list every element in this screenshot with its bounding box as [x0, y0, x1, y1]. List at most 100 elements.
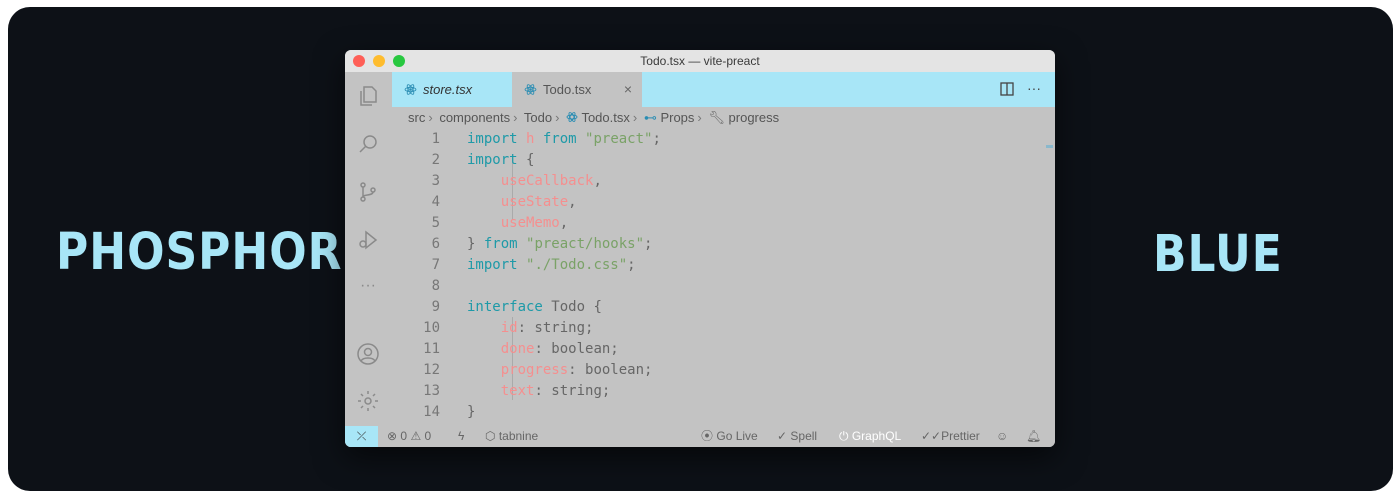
breadcrumb-item[interactable]: Props [660, 110, 694, 125]
side-word-right: BLUE [1153, 225, 1283, 284]
line-number: 4 [431, 194, 440, 210]
line-number: 5 [431, 215, 440, 231]
tab-close-button[interactable]: × [624, 72, 632, 107]
more-icon[interactable]: ··· [356, 276, 380, 300]
explorer-icon[interactable] [356, 84, 380, 108]
code-text: text: string; [500, 383, 611, 399]
tabnine-label: tabnine [498, 429, 539, 443]
line-number: 7 [431, 257, 440, 273]
line-number: 6 [431, 236, 440, 252]
code-line[interactable]: 13 text: string; [392, 381, 992, 402]
check-icon: ✓ [777, 429, 788, 443]
code-text: } from "preact/hooks"; [467, 236, 653, 252]
breadcrumb-item[interactable]: components [439, 110, 510, 125]
run-debug-icon[interactable] [356, 228, 380, 252]
go-live-button[interactable]: ⦿ Go Live [701, 426, 758, 447]
breadcrumb-item[interactable]: src [408, 110, 425, 125]
line-number: 2 [431, 152, 440, 168]
problems-indicator[interactable]: ⊗ 0 ⚠ 0 [387, 426, 431, 447]
notifications-bell-icon[interactable]: 🔔︎ [1026, 426, 1041, 447]
line-number: 3 [431, 173, 440, 189]
breadcrumb-item[interactable]: progress [729, 110, 780, 125]
line-number: 8 [431, 278, 440, 294]
line-number: 13 [423, 383, 440, 399]
breadcrumb-item[interactable]: Todo.tsx [581, 110, 629, 125]
breadcrumb: src › components › Todo › Todo.tsx › ⊷ Props… [408, 110, 780, 125]
code-text: useState, [500, 194, 577, 210]
code-line[interactable]: 3 useCallback, [392, 171, 992, 192]
tab-bar: store.tsx Todo.tsx × ··· [392, 72, 1055, 107]
activity-bar: ··· [345, 72, 392, 426]
close-window-button[interactable] [353, 55, 365, 67]
double-check-icon: ✓✓ [921, 429, 942, 443]
code-line[interactable]: 5 useMemo, [392, 213, 992, 234]
react-icon [524, 84, 537, 95]
code-line[interactable]: 10 id: string; [392, 318, 992, 339]
warning-count: 0 [424, 429, 432, 443]
code-text: useMemo, [500, 215, 569, 231]
settings-gear-icon[interactable] [356, 389, 380, 413]
interface-icon: ⊷ [643, 110, 657, 125]
split-editor-icon[interactable] [999, 81, 1015, 97]
line-number: 12 [423, 362, 440, 378]
code-text: import { [467, 152, 535, 168]
tab-store-tsx[interactable]: store.tsx [392, 72, 524, 107]
prettier-label: Prettier [941, 429, 980, 443]
source-control-icon[interactable] [356, 180, 380, 204]
graphql-label: GraphQL [851, 429, 902, 443]
minimize-window-button[interactable] [373, 55, 385, 67]
code-text: progress: boolean; [500, 362, 653, 378]
code-line[interactable]: 12 progress: boolean; [392, 360, 992, 381]
code-line[interactable]: 6 } from "preact/hooks"; [392, 234, 992, 255]
editor-window: Todo.tsx — vite-preact ··· store.tsx Tod… [345, 50, 1055, 447]
code-line[interactable]: 11 done: boolean; [392, 339, 992, 360]
code-line[interactable]: 4 useState, [392, 192, 992, 213]
window-title: Todo.tsx — vite-preact [640, 54, 760, 68]
line-number: 9 [431, 299, 440, 315]
zoom-window-button[interactable] [393, 55, 405, 67]
code-line[interactable]: 7 import "./Todo.css"; [392, 255, 992, 276]
more-actions-icon[interactable]: ··· [1027, 81, 1041, 97]
error-icon: ⊗ [387, 429, 398, 443]
code-line[interactable]: 9 interface Todo { [392, 297, 992, 318]
spell-label: Spell [790, 429, 818, 443]
code-text: id: string; [500, 320, 594, 336]
line-number: 14 [423, 404, 440, 420]
spell-button[interactable]: ✓ Spell [777, 426, 817, 447]
line-number: 10 [423, 320, 440, 336]
code-text: useCallback, [500, 173, 602, 189]
lightning-icon[interactable]: ϟ [458, 426, 464, 447]
tabnine-status[interactable]: ⬡ tabnine [485, 426, 538, 447]
code-editor[interactable]: 1 import h from "preact"; 2 import { 3 useCa… [392, 129, 1055, 425]
react-icon [566, 112, 578, 122]
tab-label: Todo.tsx [543, 82, 592, 97]
search-icon[interactable] [356, 132, 380, 156]
title-bar: Todo.tsx — vite-preact [345, 50, 1055, 72]
graphql-button[interactable]: ⏻ GraphQL [839, 426, 901, 447]
code-line[interactable]: 8 [392, 276, 992, 297]
line-number: 11 [423, 341, 440, 357]
code-text: } [467, 404, 476, 420]
breadcrumb-item[interactable]: Todo [524, 110, 552, 125]
go-live-label: Go Live [716, 429, 758, 443]
code-text: interface Todo { [467, 299, 602, 315]
code-text: import "./Todo.css"; [467, 257, 636, 273]
line-number: 1 [431, 131, 440, 147]
side-word-left: PHOSPHORIC [56, 223, 394, 282]
code-text: done: boolean; [500, 341, 619, 357]
minimap-marker [1046, 145, 1053, 148]
tabnine-icon: ⬡ [485, 429, 496, 443]
remote-indicator-icon[interactable]: ⤫ [345, 426, 378, 447]
error-count: 0 [400, 429, 408, 443]
wrench-icon: 🔧︎ [708, 110, 725, 125]
code-line[interactable]: 2 import { [392, 150, 992, 171]
tab-todo-tsx[interactable]: Todo.tsx × [512, 72, 642, 107]
feedback-icon[interactable]: ☺ [996, 426, 1008, 447]
code-line[interactable]: 14} [392, 402, 992, 423]
status-bar: ⤫ ⊗ 0 ⚠ 0 ϟ ⬡ tabnine ⦿ Go Live ✓ Spell … [345, 426, 1055, 447]
plug-icon: ⏻ [839, 429, 849, 443]
account-icon[interactable] [356, 342, 380, 366]
prettier-button[interactable]: ✓✓Prettier [921, 426, 980, 447]
code-line[interactable]: 1 import h from "preact"; [392, 129, 992, 150]
broadcast-icon: ⦿ [701, 429, 714, 443]
